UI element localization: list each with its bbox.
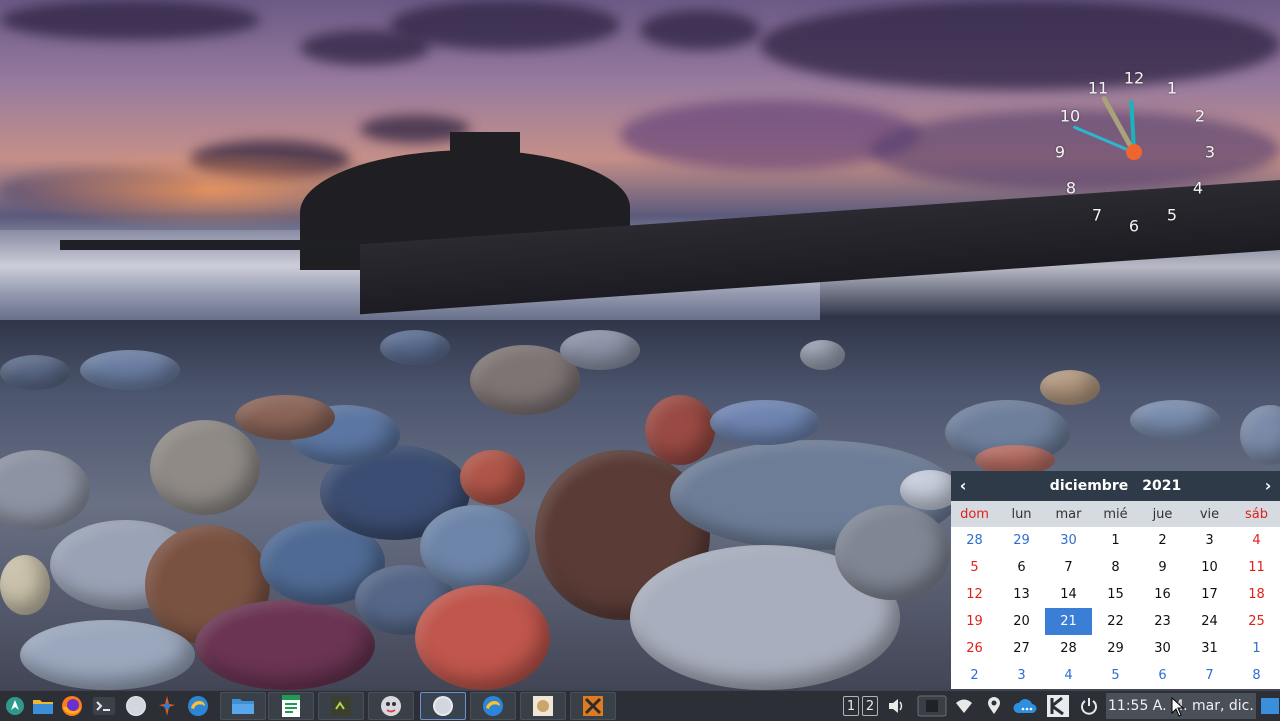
analog-clock-widget[interactable]: 12 1 2 3 4 5 6 7 8 9 10 11: [1048, 66, 1220, 238]
calendar-day[interactable]: 13: [998, 581, 1045, 608]
workspace-2[interactable]: 2: [862, 696, 878, 716]
calendar-day[interactable]: 1: [1233, 635, 1280, 662]
search-icon[interactable]: [156, 693, 178, 719]
calendar-day[interactable]: 3: [998, 662, 1045, 689]
file-manager-icon[interactable]: [31, 693, 55, 719]
calendar-day[interactable]: 7: [1186, 662, 1233, 689]
start-menu-icon[interactable]: [4, 693, 26, 719]
calendar-year: 2021: [1142, 478, 1182, 494]
clock-number-9: 9: [1054, 142, 1066, 162]
monitor-icon[interactable]: [916, 693, 948, 719]
calendar-day[interactable]: 8: [1233, 662, 1280, 689]
weekday-header: sáb: [1245, 506, 1268, 522]
media-icon[interactable]: [124, 693, 148, 719]
calendar-day[interactable]: 23: [1139, 608, 1186, 635]
next-month-button[interactable]: ›: [1256, 471, 1280, 501]
prev-month-button[interactable]: ‹: [951, 471, 975, 501]
volume-icon[interactable]: [886, 693, 908, 719]
calendar-day[interactable]: 19: [951, 608, 998, 635]
calendar-day[interactable]: 31: [1186, 635, 1233, 662]
calendar-day[interactable]: 28: [951, 527, 998, 554]
calendar-day[interactable]: 4: [1045, 662, 1092, 689]
clock-number-10: 10: [1059, 106, 1081, 126]
task-script[interactable]: [318, 692, 364, 720]
calendar-header: ‹ diciembre 2021 ›: [951, 471, 1280, 501]
wifi-icon[interactable]: [954, 693, 974, 719]
calendar-day[interactable]: 26: [951, 635, 998, 662]
calendar-day[interactable]: 2: [1139, 527, 1186, 554]
calendar-day[interactable]: 14: [1045, 581, 1092, 608]
task-media[interactable]: [420, 692, 466, 720]
calendar-day[interactable]: 5: [951, 554, 998, 581]
kaspersky-icon[interactable]: [1046, 693, 1070, 719]
calendar-day[interactable]: 6: [1139, 662, 1186, 689]
terminal-icon[interactable]: [92, 693, 116, 719]
calendar-day[interactable]: 15: [1092, 581, 1139, 608]
calendar-day[interactable]: 5: [1092, 662, 1139, 689]
cloud-icon[interactable]: [1012, 693, 1038, 719]
firefox-icon[interactable]: [60, 693, 84, 719]
clock-number-5: 5: [1166, 205, 1178, 225]
calendar-day[interactable]: 11: [1233, 554, 1280, 581]
calendar-day[interactable]: 16: [1139, 581, 1186, 608]
calendar-day[interactable]: 1: [1092, 527, 1139, 554]
calendar-day[interactable]: 2: [951, 662, 998, 689]
weekday-header: dom: [960, 506, 989, 522]
browser-icon[interactable]: [186, 693, 210, 719]
workspace-1[interactable]: 1: [843, 696, 859, 716]
calendar-day[interactable]: 9: [1139, 554, 1186, 581]
task-app[interactable]: [368, 692, 414, 720]
clock-number-12: 12: [1123, 68, 1145, 88]
calendar-day[interactable]: 24: [1186, 608, 1233, 635]
calendar-day-today[interactable]: 21: [1045, 608, 1092, 635]
calendar-day[interactable]: 27: [998, 635, 1045, 662]
clock-number-4: 4: [1192, 178, 1204, 198]
task-archive[interactable]: [570, 692, 616, 720]
calendar-day[interactable]: 8: [1092, 554, 1139, 581]
calendar-day[interactable]: 10: [1186, 554, 1233, 581]
calendar-day[interactable]: 29: [1092, 635, 1139, 662]
taskbar: 1 2 11:55 A. M. mar, dic. 21: [0, 690, 1280, 721]
calendar-day[interactable]: 22: [1092, 608, 1139, 635]
calendar-day[interactable]: 7: [1045, 554, 1092, 581]
weekday-header: vie: [1199, 506, 1220, 522]
mouse-cursor-icon: [1171, 697, 1185, 717]
clock-number-11: 11: [1087, 78, 1109, 98]
location-icon[interactable]: [984, 693, 1004, 719]
calendar-day[interactable]: 29: [998, 527, 1045, 554]
calendar-day[interactable]: 17: [1186, 581, 1233, 608]
clock-number-2: 2: [1194, 106, 1206, 126]
clock-number-3: 3: [1204, 142, 1216, 162]
clock-center-dot: [1126, 144, 1142, 160]
weekday-header: mié: [1103, 506, 1128, 522]
clock-number-1: 1: [1166, 78, 1178, 98]
power-icon[interactable]: [1078, 693, 1100, 719]
task-spreadsheet[interactable]: [268, 692, 314, 720]
clock-number-6: 6: [1128, 216, 1140, 236]
calendar-popup[interactable]: ‹ diciembre 2021 › dom lun mar mié jue v…: [951, 471, 1280, 689]
clock-number-8: 8: [1065, 178, 1077, 198]
calendar-day-grid: 28 29 30 1 2 3 4 5 6 7 8 9 10 11 12 13 1…: [951, 527, 1280, 689]
weekday-header: mar: [1055, 506, 1082, 522]
calendar-weekday-row: dom lun mar mié jue vie sáb: [951, 501, 1280, 527]
task-browser[interactable]: [470, 692, 516, 720]
calendar-day[interactable]: 20: [998, 608, 1045, 635]
calendar-day[interactable]: 18: [1233, 581, 1280, 608]
calendar-day[interactable]: 3: [1186, 527, 1233, 554]
calendar-month: diciembre: [1049, 478, 1129, 494]
calendar-day[interactable]: 12: [951, 581, 998, 608]
calendar-day[interactable]: 30: [1045, 527, 1092, 554]
calendar-day[interactable]: 28: [1045, 635, 1092, 662]
clock-number-7: 7: [1091, 205, 1103, 225]
calendar-day[interactable]: 30: [1139, 635, 1186, 662]
task-image[interactable]: [520, 692, 566, 720]
show-desktop-button[interactable]: [1260, 693, 1280, 719]
weekday-header: jue: [1152, 506, 1173, 522]
calendar-day[interactable]: 6: [998, 554, 1045, 581]
calendar-day[interactable]: 25: [1233, 608, 1280, 635]
calendar-day[interactable]: 4: [1233, 527, 1280, 554]
task-folder[interactable]: [220, 692, 266, 720]
weekday-header: lun: [1011, 506, 1032, 522]
